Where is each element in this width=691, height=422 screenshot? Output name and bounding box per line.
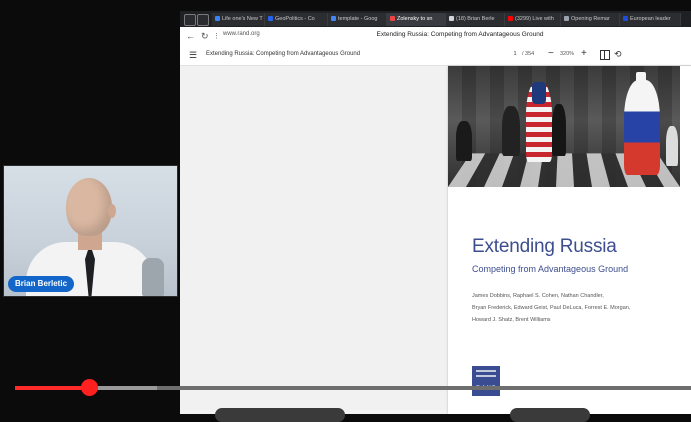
back-arrow-icon[interactable]: ← <box>186 30 195 42</box>
chess-piece-russian-flag <box>624 80 660 175</box>
pdf-page: Extending Russia Competing from Advantag… <box>448 66 691 414</box>
browser-tab[interactable]: template - Goog <box>328 13 387 26</box>
browser-tab[interactable]: (18) Brian Berle <box>446 13 505 26</box>
chess-piece-us-canton <box>532 82 546 104</box>
tab-favicon-icon <box>564 16 569 22</box>
cover-authors-line: Howard J. Shatz, Brent Williams <box>472 317 551 323</box>
webcam-feed: Brian Berletic <box>3 165 178 297</box>
browser-tab[interactable]: European leader <box>620 13 681 26</box>
chess-piece <box>552 104 566 156</box>
chess-piece <box>456 121 472 161</box>
presenter-name-badge: Brian Berletic <box>8 276 75 292</box>
browser-tab[interactable]: (3299) Live with <box>505 13 561 26</box>
tab-favicon-icon <box>331 16 336 22</box>
page-total: / 354 <box>522 51 535 57</box>
chess-king-cross <box>636 72 646 82</box>
tab-search-icon[interactable] <box>197 14 209 26</box>
video-control-button[interactable] <box>510 408 590 422</box>
pdf-viewer[interactable]: Extending Russia Competing from Advantag… <box>180 66 691 414</box>
presenter-head <box>66 178 112 236</box>
browser-window: Life one's New T GeoPolitics - Co templa… <box>180 11 691 414</box>
rotate-icon[interactable]: ⟲ <box>614 48 622 60</box>
tab-favicon-icon <box>268 16 273 22</box>
tab-favicon-icon <box>390 16 395 22</box>
page-number-input[interactable]: 1 <box>509 49 521 59</box>
pdf-document-title: Extending Russia: Competing from Advanta… <box>206 51 361 57</box>
browser-tab[interactable]: GeoPolitics - Co <box>265 13 328 26</box>
zoom-level[interactable]: 320% <box>560 51 574 57</box>
tab-favicon-icon <box>508 16 513 22</box>
tab-favicon-icon <box>623 16 628 22</box>
fit-page-icon[interactable] <box>600 50 610 60</box>
tab-strip: Life one's New T GeoPolitics - Co templa… <box>180 11 691 27</box>
url-text[interactable]: www.rand.org <box>223 31 260 37</box>
video-scrubber-handle[interactable] <box>81 379 98 396</box>
microphone <box>142 258 164 296</box>
tab-favicon-icon <box>449 16 454 22</box>
video-progress-fill <box>15 386 89 390</box>
reload-icon[interactable]: ↻ <box>201 30 209 42</box>
window-title: Extending Russia: Competing from Advanta… <box>376 31 544 38</box>
cover-authors-line: James Dobbins, Raphael S. Cohen, Nathan … <box>472 293 604 299</box>
site-info-icon[interactable]: ⋮ <box>213 31 220 43</box>
tab-favicon-icon <box>215 16 220 22</box>
hamburger-menu-icon[interactable]: ☰ <box>189 50 197 60</box>
zoom-in-icon[interactable]: + <box>581 47 587 61</box>
chess-piece <box>666 126 678 166</box>
browser-tab[interactable]: Opening Remar <box>561 13 620 26</box>
browser-tab[interactable]: Life one's New T <box>212 13 265 26</box>
video-control-button[interactable] <box>215 408 345 422</box>
zoom-out-icon[interactable]: − <box>548 47 554 61</box>
pdf-toolbar: ☰ Extending Russia: Competing from Advan… <box>180 45 691 66</box>
chess-piece <box>502 106 520 156</box>
cover-subtitle: Competing from Advantageous Ground <box>472 264 629 274</box>
cover-chess-image <box>448 66 680 187</box>
cover-authors-line: Bryan Frederick, Edward Geist, Paul DeLu… <box>472 305 631 311</box>
window-menu-icon[interactable] <box>184 14 196 26</box>
address-bar: ← ↻ ⋮ www.rand.org Extending Russia: Com… <box>180 27 691 46</box>
cover-title: Extending Russia <box>472 236 617 257</box>
browser-tab-active[interactable]: Zolensky to sn <box>387 13 446 26</box>
presenter-ear <box>108 204 116 218</box>
